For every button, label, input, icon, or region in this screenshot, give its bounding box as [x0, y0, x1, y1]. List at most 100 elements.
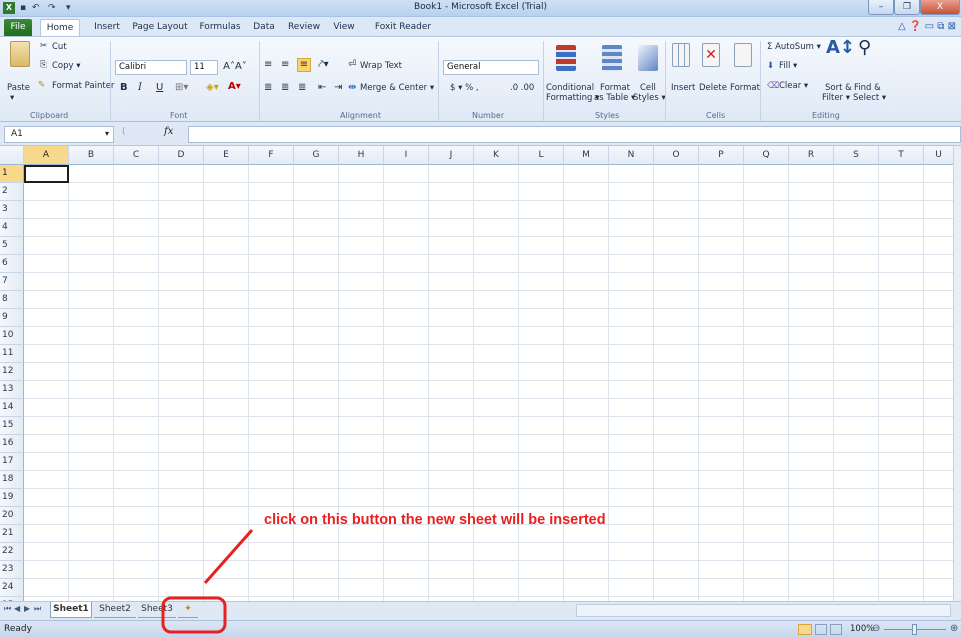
copy-button[interactable]: Copy ▾	[52, 61, 81, 71]
row-header-13[interactable]: 13	[0, 381, 24, 399]
align-middle-icon[interactable]: ≡	[281, 59, 289, 71]
conditional-formatting-icon[interactable]	[556, 45, 576, 71]
column-header-h[interactable]: H	[339, 146, 384, 165]
clear-button[interactable]: Clear ▾	[779, 81, 808, 91]
row-header-19[interactable]: 19	[0, 489, 24, 507]
tab-formulas[interactable]: Formulas	[198, 19, 242, 36]
restore-button[interactable]: ❐	[894, 0, 920, 15]
row-header-16[interactable]: 16	[0, 435, 24, 453]
column-header-b[interactable]: B	[69, 146, 114, 165]
paste-dropdown-icon[interactable]: ▾	[10, 93, 14, 103]
cell-styles-button[interactable]: Cell	[640, 83, 656, 93]
column-header-o[interactable]: O	[654, 146, 699, 165]
format-cells-icon[interactable]	[734, 43, 752, 67]
format-cells-button[interactable]: Format	[730, 83, 760, 93]
wrap-text-button[interactable]: Wrap Text	[360, 61, 402, 71]
row-header-7[interactable]: 7	[0, 273, 24, 291]
normal-view-icon[interactable]	[798, 624, 812, 635]
row-header-18[interactable]: 18	[0, 471, 24, 489]
row-header-23[interactable]: 23	[0, 561, 24, 579]
row-header-12[interactable]: 12	[0, 363, 24, 381]
column-header-q[interactable]: Q	[744, 146, 789, 165]
format-as-table-button[interactable]: Format	[600, 83, 630, 93]
row-header-22[interactable]: 22	[0, 543, 24, 561]
column-header-p[interactable]: P	[699, 146, 744, 165]
wrap-text-icon[interactable]: ⏎	[348, 59, 356, 71]
zoom-in-icon[interactable]: ⊕	[950, 623, 958, 634]
underline-button[interactable]: U	[156, 82, 163, 94]
paste-icon[interactable]	[10, 41, 30, 67]
row-header-1[interactable]: 1	[0, 165, 24, 183]
fill-icon[interactable]: ⬇	[767, 61, 774, 71]
insert-cells-button[interactable]: Insert	[671, 83, 695, 93]
delete-cells-button[interactable]: Delete	[699, 83, 727, 93]
column-header-n[interactable]: N	[609, 146, 654, 165]
page-break-view-icon[interactable]	[830, 624, 842, 635]
sort-filter-button[interactable]: Sort &	[825, 83, 852, 93]
column-header-f[interactable]: F	[249, 146, 294, 165]
column-header-g[interactable]: G	[294, 146, 339, 165]
find-select-icon[interactable]: ⚲	[858, 39, 871, 57]
autosum-button[interactable]: Σ AutoSum ▾	[767, 42, 821, 52]
column-header-k[interactable]: K	[474, 146, 519, 165]
vertical-scrollbar[interactable]	[953, 146, 961, 601]
row-header-2[interactable]: 2	[0, 183, 24, 201]
formula-input[interactable]	[188, 126, 961, 143]
column-header-e[interactable]: E	[204, 146, 249, 165]
decrease-indent-icon[interactable]: ⇤	[318, 82, 326, 94]
zoom-out-icon[interactable]: ⊖	[872, 623, 880, 634]
sheet-tab-3[interactable]: Sheet3	[138, 602, 176, 618]
tab-page-layout[interactable]: Page Layout	[132, 19, 188, 36]
clear-icon[interactable]: ⌫	[767, 81, 779, 91]
column-header-u[interactable]: U	[924, 146, 954, 165]
find-select-button[interactable]: Find &	[854, 83, 881, 93]
tab-home[interactable]: Home	[40, 19, 80, 36]
help-icon[interactable]: △ ❓ ▭ ⧉ ⊠	[876, 19, 956, 36]
fill-button[interactable]: Fill ▾	[779, 61, 797, 71]
tab-foxit-reader-pdf[interactable]: Foxit Reader PDF	[366, 19, 440, 48]
formula-cancel-icon[interactable]: (	[122, 127, 126, 137]
horizontal-scrollbar[interactable]	[576, 604, 951, 617]
row-header-9[interactable]: 9	[0, 309, 24, 327]
format-painter-icon[interactable]: ✎	[38, 80, 45, 90]
tab-review[interactable]: Review	[287, 19, 321, 36]
number-format-select[interactable]: General	[443, 60, 539, 75]
cut-icon[interactable]: ✂	[40, 41, 47, 51]
minimize-button[interactable]: –	[868, 0, 894, 15]
insert-cells-icon[interactable]	[672, 43, 690, 67]
copy-icon[interactable]: ⎘	[40, 60, 47, 70]
format-painter-button[interactable]: Format Painter	[52, 81, 114, 91]
bold-button[interactable]: B	[120, 82, 128, 94]
row-header-24[interactable]: 24	[0, 579, 24, 597]
column-header-l[interactable]: L	[519, 146, 564, 165]
insert-function-button[interactable]: fx	[164, 126, 173, 137]
delete-cells-icon[interactable]: ✕	[702, 43, 720, 67]
format-as-table-icon[interactable]	[602, 45, 622, 71]
font-color-icon[interactable]: A▾	[228, 81, 241, 93]
insert-worksheet-icon[interactable]: ✦	[178, 602, 198, 618]
sort-filter-icon[interactable]: A↕	[826, 39, 855, 57]
row-header-10[interactable]: 10	[0, 327, 24, 345]
row-header-4[interactable]: 4	[0, 219, 24, 237]
worksheet-grid[interactable]: ABCDEFGHIJKLMNOPQRSTU 1 2 3 4 5 6 7 8 9 10 11 12 13 1…	[0, 146, 961, 601]
column-header-s[interactable]: S	[834, 146, 879, 165]
select-all-corner[interactable]	[0, 146, 24, 165]
cut-button[interactable]: Cut	[52, 42, 67, 52]
find-select-button-2[interactable]: Select ▾	[853, 93, 886, 103]
name-box-dropdown-icon[interactable]: ▾	[105, 129, 109, 138]
format-as-table-button-2[interactable]: as Table ▾	[594, 93, 635, 103]
column-header-c[interactable]: C	[114, 146, 159, 165]
row-header-5[interactable]: 5	[0, 237, 24, 255]
tab-insert[interactable]: Insert	[92, 19, 122, 36]
name-box[interactable]: A1	[4, 126, 114, 143]
decimal-buttons[interactable]: .0 .00	[510, 83, 534, 93]
column-header-j[interactable]: J	[429, 146, 474, 165]
page-layout-view-icon[interactable]	[815, 624, 827, 635]
italic-button[interactable]: I	[138, 82, 142, 94]
column-header-d[interactable]: D	[159, 146, 204, 165]
row-header-8[interactable]: 8	[0, 291, 24, 309]
sheet-tab-2[interactable]: Sheet2	[94, 602, 136, 618]
borders-icon[interactable]: ⊞▾	[175, 82, 188, 94]
merge-center-button[interactable]: Merge & Center ▾	[360, 83, 434, 93]
zoom-slider-thumb[interactable]	[912, 624, 917, 635]
